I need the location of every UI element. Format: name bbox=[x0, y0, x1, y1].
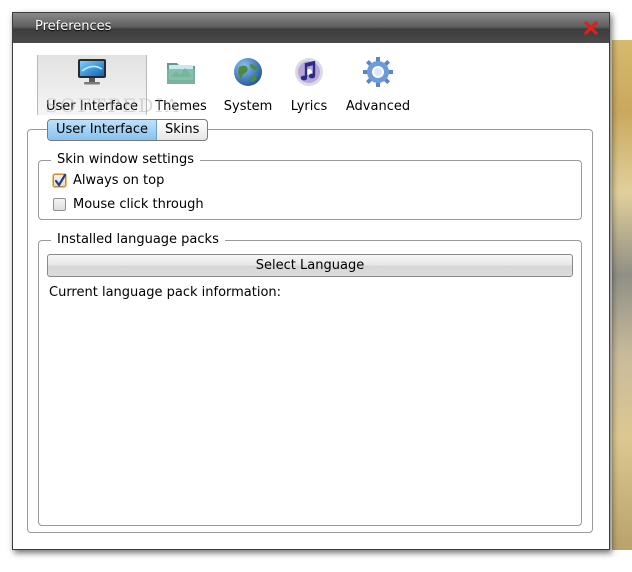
skin-window-settings-group: Skin window settings Always on top Mouse… bbox=[38, 152, 582, 220]
background-window-edge bbox=[612, 40, 632, 550]
softpedia-watermark: SOFTPEDIA bbox=[45, 95, 181, 117]
globe-icon bbox=[234, 58, 262, 86]
always-on-top-option[interactable]: Always on top bbox=[53, 171, 164, 189]
mouse-click-through-option[interactable]: Mouse click through bbox=[53, 195, 204, 213]
subtab-bar: User Interface Skins bbox=[47, 119, 209, 141]
close-icon bbox=[584, 21, 598, 35]
group-legend: Skin window settings bbox=[51, 152, 201, 167]
language-pack-info-label: Current language pack information: bbox=[49, 285, 282, 300]
toolbar-item-advanced[interactable]: Advanced bbox=[341, 55, 415, 115]
settings-panel: Skin window settings Always on top Mouse… bbox=[27, 129, 593, 533]
preferences-window: Preferences User Interface Themes System… bbox=[12, 12, 610, 550]
toolbar-item-lyrics[interactable]: Lyrics bbox=[283, 55, 335, 115]
checkbox-label: Mouse click through bbox=[73, 196, 204, 212]
checkmark-icon bbox=[54, 173, 67, 187]
subtab-skins[interactable]: Skins bbox=[157, 120, 207, 140]
toolbar-item-system[interactable]: System bbox=[218, 55, 278, 115]
installed-language-packs-group: Installed language packs Select Language… bbox=[38, 232, 582, 526]
toolbar-item-label: Advanced bbox=[345, 99, 411, 114]
toolbar-item-label: Lyrics bbox=[290, 99, 328, 114]
subtab-user-interface[interactable]: User Interface bbox=[48, 120, 157, 140]
mouse-click-through-checkbox[interactable] bbox=[53, 197, 66, 211]
music-note-icon bbox=[295, 58, 323, 86]
always-on-top-checkbox[interactable] bbox=[53, 173, 67, 187]
checkbox-label: Always on top bbox=[73, 172, 165, 188]
category-toolbar: User Interface Themes System Lyrics Adva… bbox=[13, 43, 609, 117]
window-title: Preferences bbox=[35, 19, 112, 34]
close-button[interactable] bbox=[582, 19, 600, 37]
group-legend: Installed language packs bbox=[51, 232, 225, 247]
monitor-icon bbox=[78, 59, 106, 85]
folder-icon bbox=[167, 63, 195, 84]
gear-icon bbox=[363, 57, 393, 87]
select-language-button[interactable]: Select Language bbox=[47, 254, 573, 277]
toolbar-item-label: System bbox=[223, 99, 273, 114]
title-bar[interactable]: Preferences bbox=[13, 13, 609, 43]
